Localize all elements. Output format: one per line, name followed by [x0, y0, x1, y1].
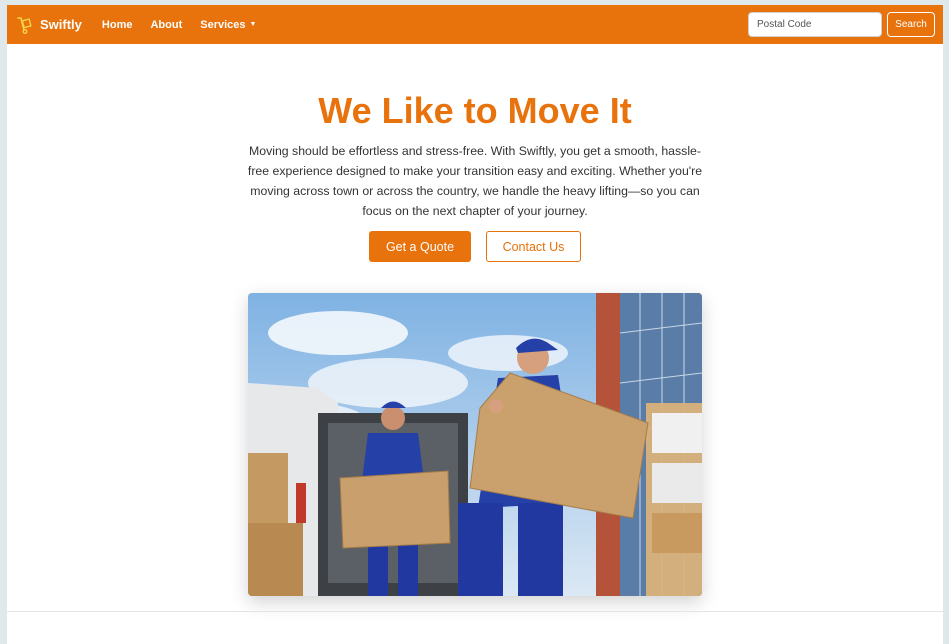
nav-about-link[interactable]: About	[150, 19, 182, 31]
nav-services-label: Services	[200, 18, 246, 31]
caret-down-icon: ▼	[249, 21, 257, 28]
navbar: Swiftly Home About Services ▼ Search	[7, 5, 943, 44]
brand-name: Swiftly	[40, 17, 82, 32]
brand[interactable]: Swiftly	[15, 15, 82, 35]
get-quote-button[interactable]: Get a Quote	[369, 231, 471, 262]
hand-truck-icon	[15, 15, 35, 35]
nav-links: Home About Services ▼	[93, 19, 266, 31]
postal-code-input[interactable]	[748, 12, 882, 37]
navbar-search: Search	[748, 12, 935, 37]
search-button[interactable]: Search	[887, 12, 935, 37]
section-divider	[7, 611, 943, 612]
hero-movers-image	[248, 293, 702, 596]
nav-home-link[interactable]: Home	[102, 19, 133, 31]
page: Swiftly Home About Services ▼ Search We …	[7, 5, 943, 644]
nav-services-dropdown[interactable]: Services ▼	[200, 19, 256, 31]
hero-description: Moving should be effortless and stress-f…	[247, 144, 703, 218]
contact-us-button[interactable]: Contact Us	[486, 231, 581, 262]
hero-title: We Like to Move It	[318, 90, 632, 131]
